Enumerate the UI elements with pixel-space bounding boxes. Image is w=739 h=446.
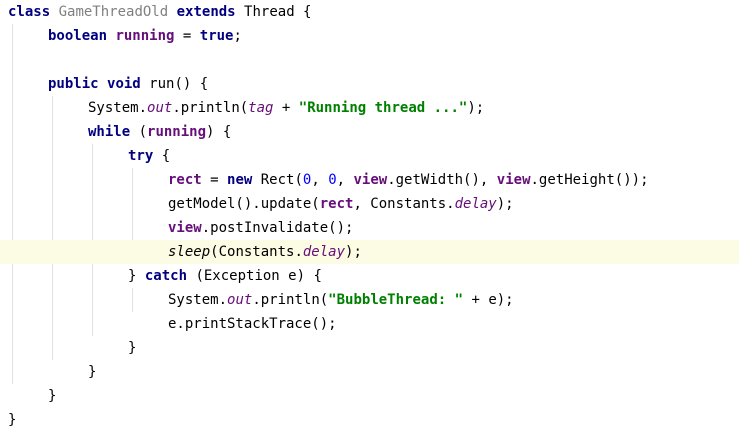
code-line-text: System.out.println(tag + "Running thread… bbox=[88, 96, 484, 120]
code-token: } bbox=[128, 268, 145, 284]
code-token: } bbox=[48, 388, 57, 404]
code-line-text: boolean running = true; bbox=[48, 24, 242, 48]
number-token: 0 bbox=[328, 172, 337, 188]
field-token: rect bbox=[168, 172, 202, 188]
code-line-text: } catch (Exception e) { bbox=[128, 264, 322, 288]
code-token: Rect( bbox=[252, 172, 303, 188]
code-line[interactable]: public void run() { bbox=[0, 72, 739, 96]
code-line-text: sleep(Constants.delay); bbox=[168, 240, 362, 264]
field-token: view bbox=[168, 220, 202, 236]
keyword-token: public bbox=[48, 76, 99, 92]
keyword-token: void bbox=[107, 76, 141, 92]
code-line[interactable] bbox=[0, 48, 739, 72]
code-token: ); bbox=[345, 244, 362, 260]
static-field-token: delay bbox=[454, 196, 497, 212]
code-line-text: } bbox=[48, 384, 56, 408]
code-line-text: rect = new Rect(0, 0, view.getWidth(), v… bbox=[168, 168, 649, 192]
code-token: getModel().update( bbox=[168, 196, 320, 212]
code-line-text: try { bbox=[128, 144, 170, 168]
code-line-text: } bbox=[128, 336, 136, 360]
static-field-token: out bbox=[227, 292, 253, 308]
code-token: , bbox=[311, 172, 329, 188]
unused-identifier-token: GameThreadOld bbox=[58, 4, 169, 20]
code-token: } bbox=[8, 412, 17, 428]
code-line[interactable]: System.out.println(tag + "Running thread… bbox=[0, 96, 739, 120]
code-line-text: } bbox=[8, 408, 16, 432]
keyword-token: extends bbox=[176, 4, 236, 20]
code-token: = bbox=[174, 28, 200, 44]
code-line-text: public void run() { bbox=[48, 72, 208, 96]
field-token: running bbox=[115, 28, 175, 44]
code-token: .postInvalidate(); bbox=[201, 220, 354, 236]
code-token: ); bbox=[467, 100, 485, 116]
code-line[interactable]: e.printStackTrace(); bbox=[0, 312, 739, 336]
code-token: + bbox=[273, 100, 299, 116]
code-token: .println( bbox=[252, 292, 329, 308]
keyword-token: while bbox=[88, 124, 131, 140]
field-token: view bbox=[496, 172, 531, 188]
code-line[interactable]: getModel().update(rect, Constants.delay)… bbox=[0, 192, 739, 216]
code-line[interactable]: try { bbox=[0, 144, 739, 168]
code-token: , bbox=[336, 172, 354, 188]
code-token: run() { bbox=[140, 76, 209, 92]
static-field-token: tag bbox=[248, 100, 274, 116]
code-token: (Exception e) { bbox=[187, 268, 322, 284]
code-line[interactable]: class GameThreadOld extends Thread { bbox=[0, 0, 739, 24]
code-line[interactable]: while (running) { bbox=[0, 120, 739, 144]
code-line[interactable]: } bbox=[0, 384, 739, 408]
code-line-text: while (running) { bbox=[88, 120, 231, 144]
code-line[interactable]: } bbox=[0, 408, 739, 432]
code-line[interactable]: } bbox=[0, 360, 739, 384]
code-token: System. bbox=[168, 292, 228, 308]
code-token: = bbox=[201, 172, 228, 188]
code-token: (Constants. bbox=[210, 244, 303, 260]
string-token: "Running thread ..." bbox=[298, 100, 468, 116]
code-token: Thread { bbox=[235, 4, 312, 20]
code-token: + e); bbox=[463, 292, 514, 308]
code-line[interactable]: view.postInvalidate(); bbox=[0, 216, 739, 240]
code-line[interactable]: } catch (Exception e) { bbox=[0, 264, 739, 288]
code-token: .println( bbox=[172, 100, 249, 116]
code-token: ); bbox=[496, 196, 514, 212]
code-line-text: getModel().update(rect, Constants.delay)… bbox=[168, 192, 514, 216]
string-token: "BubbleThread: " bbox=[328, 292, 464, 308]
code-token: ) { bbox=[206, 124, 232, 140]
keyword-token: boolean bbox=[48, 28, 108, 44]
static-field-token: out bbox=[147, 100, 173, 116]
code-line-text: view.postInvalidate(); bbox=[168, 216, 353, 240]
field-token: running bbox=[147, 124, 207, 140]
code-line-text: } bbox=[88, 360, 96, 384]
code-token: , Constants. bbox=[353, 196, 455, 212]
code-line[interactable]: rect = new Rect(0, 0, view.getWidth(), v… bbox=[0, 168, 739, 192]
code-token: { bbox=[153, 148, 171, 164]
keyword-token: true bbox=[199, 28, 234, 44]
code-token: ; bbox=[233, 28, 242, 44]
code-token: ( bbox=[130, 124, 148, 140]
code-line-text: e.printStackTrace(); bbox=[168, 312, 337, 336]
code-token: System. bbox=[88, 100, 148, 116]
static-method-token: sleep bbox=[168, 244, 211, 260]
static-field-token: delay bbox=[302, 244, 346, 260]
keyword-token: try bbox=[128, 148, 154, 164]
field-token: rect bbox=[319, 196, 354, 212]
code-line[interactable]: System.out.println("BubbleThread: " + e)… bbox=[0, 288, 739, 312]
code-token: e.printStackTrace(); bbox=[168, 316, 337, 332]
keyword-token: catch bbox=[144, 268, 188, 284]
current-code-line[interactable]: sleep(Constants.delay); bbox=[0, 240, 739, 264]
code-token: .getHeight()); bbox=[530, 172, 649, 188]
code-line-text: System.out.println("BubbleThread: " + e)… bbox=[168, 288, 514, 312]
keyword-token: class bbox=[8, 4, 51, 20]
code-token: .getWidth(), bbox=[387, 172, 497, 188]
code-token: } bbox=[88, 364, 97, 380]
code-line-text: class GameThreadOld extends Thread { bbox=[8, 0, 311, 24]
code-line[interactable]: boolean running = true; bbox=[0, 24, 739, 48]
field-token: view bbox=[353, 172, 388, 188]
code-line[interactable]: } bbox=[0, 336, 739, 360]
code-token: } bbox=[128, 340, 137, 356]
code-editor[interactable]: class GameThreadOld extends Thread {bool… bbox=[0, 0, 739, 446]
keyword-token: new bbox=[227, 172, 253, 188]
